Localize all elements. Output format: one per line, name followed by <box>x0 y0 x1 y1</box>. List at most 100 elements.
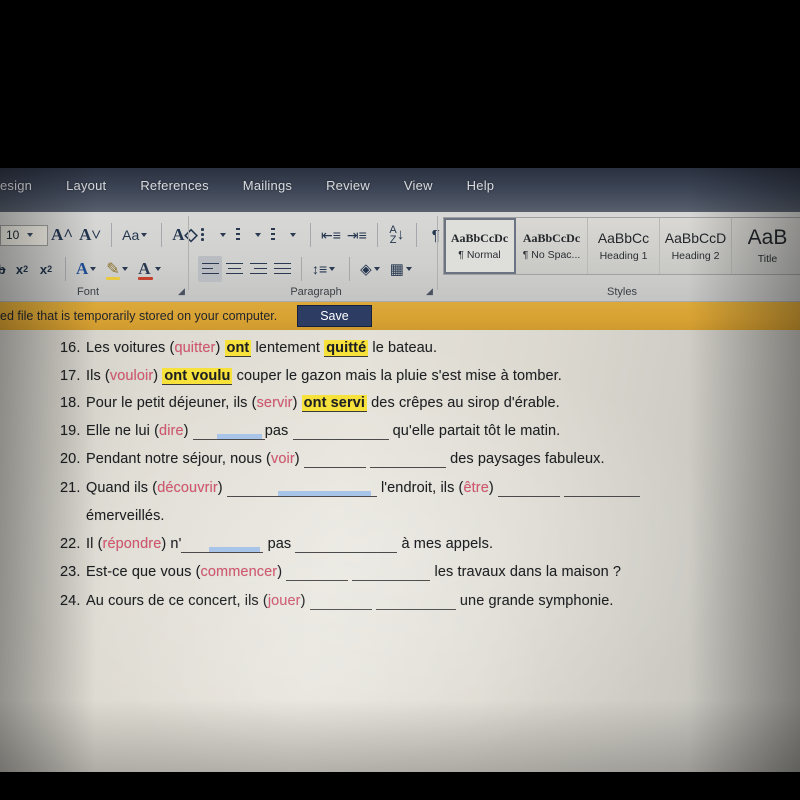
align-center-icon[interactable] <box>222 256 246 282</box>
sentence-text: ) <box>215 340 225 356</box>
exercise-line[interactable]: 18. Pour le petit déjeuner, ils (servir) … <box>60 395 776 412</box>
filled-answer[interactable]: ont <box>224 340 252 357</box>
exercise-line[interactable]: 24. Au cours de ce concert, ils (jouer) u… <box>60 593 776 610</box>
filled-answer[interactable]: ont servi <box>301 395 368 412</box>
answer-blank-selected[interactable] <box>226 480 377 497</box>
font-color-icon[interactable]: A <box>135 256 168 282</box>
answer-blank[interactable] <box>286 564 349 581</box>
font-dialog-launcher[interactable]: ◢ <box>178 287 187 296</box>
exercise-line[interactable]: 19. Elle ne lui (dire) pas qu'elle partai… <box>60 423 776 440</box>
font-size-combo[interactable]: 10 <box>0 224 48 246</box>
strikethrough-icon[interactable]: ab <box>0 256 10 282</box>
sentence-text: Les voitures ( <box>86 340 175 356</box>
style-card-normal[interactable]: AaBbCcDc ¶ Normal <box>444 218 516 274</box>
numbering-icon[interactable] <box>233 222 268 248</box>
shading-icon[interactable]: ◈ <box>357 256 387 282</box>
answer-blank[interactable] <box>295 536 398 553</box>
style-card-no-spac[interactable]: AaBbCcDc ¶ No Spac... <box>516 218 588 274</box>
style-sample: AaBbCcDc <box>522 231 581 244</box>
exercise-text: Est-ce que vous (commencer) les travaux … <box>86 564 621 581</box>
style-sample: AaBbCcDc <box>450 231 509 244</box>
chevron-down-icon <box>290 233 296 237</box>
exercise-text: émerveillés. <box>86 508 165 524</box>
line-spacing-icon[interactable]: ↕≡ <box>309 256 342 282</box>
sentence-text: ) <box>183 422 193 439</box>
answer-blank-selected[interactable] <box>192 423 265 440</box>
exercise-line[interactable]: émerveillés. <box>60 508 776 524</box>
style-name: Heading 2 <box>671 249 720 262</box>
styles-gallery[interactable]: AaBbCcDc ¶ Normal AaBbCcDc ¶ No Spac... AaBb… <box>443 217 800 275</box>
exercise-line[interactable]: 17. Ils (vouloir) ont voulu couper le gaz… <box>60 367 776 385</box>
exercise-number: 18. <box>60 395 81 411</box>
ribbon-tab-esign[interactable]: esign <box>0 178 32 193</box>
exercise-line[interactable]: 21. Quand ils (découvrir) l'endroit, ils … <box>60 480 776 497</box>
align-left-icon[interactable] <box>198 256 222 282</box>
sentence-text: ) <box>294 451 304 467</box>
ribbon-tab-view[interactable]: View <box>404 178 433 193</box>
style-card-title[interactable]: AaB Title <box>732 218 800 274</box>
infinitive-verb: répondre <box>102 535 162 552</box>
document-page[interactable]: 16. Les voitures (quitter) ont lentement … <box>0 330 800 772</box>
font-group-caption: Font <box>76 286 99 298</box>
ribbon-tab-help[interactable]: Help <box>467 178 495 193</box>
sentence-text: ) <box>153 367 163 384</box>
chevron-down-icon <box>90 267 97 271</box>
clear-formatting-icon[interactable]: A◇ <box>169 222 200 248</box>
infinitive-verb: dire <box>159 422 184 439</box>
subscript-icon[interactable]: x2 <box>10 256 34 282</box>
answer-blank[interactable] <box>292 423 389 440</box>
bullets-icon[interactable] <box>198 222 233 248</box>
divider <box>376 223 378 247</box>
exercise-line[interactable]: 20. Pendant notre séjour, nous (voir) des… <box>60 451 776 468</box>
answer-blank[interactable] <box>497 480 560 497</box>
align-right-icon[interactable] <box>246 256 270 282</box>
style-card-heading-2[interactable]: AaBbCcD Heading 2 <box>660 218 732 274</box>
filled-answer[interactable]: ont voulu <box>162 367 233 385</box>
notification-message: ed file that is temporarily stored on yo… <box>0 309 278 323</box>
borders-icon[interactable]: ▦ <box>387 256 419 282</box>
style-sample: AaBbCcD <box>664 230 727 245</box>
sentence-text: ) <box>292 395 302 411</box>
ribbon-tab-layout[interactable]: Layout <box>66 178 106 193</box>
answer-blank-selected[interactable] <box>181 536 264 553</box>
ribbon-tab-mailings[interactable]: Mailings <box>243 178 292 193</box>
exercise-line[interactable]: 22. Il (répondre) n' pas à mes appels. <box>60 536 776 553</box>
shrink-font-icon[interactable]: A˅ <box>76 222 104 248</box>
multilevel-list-icon[interactable] <box>268 222 303 248</box>
answer-blank[interactable] <box>309 593 372 610</box>
text-highlight-color-icon[interactable]: ✎ <box>103 256 135 282</box>
font-size-value: 10 <box>6 228 20 242</box>
grow-font-icon[interactable]: A^ <box>48 222 76 248</box>
exercise-line[interactable]: 16. Les voitures (quitter) ont lentement … <box>60 340 776 357</box>
style-card-heading-1[interactable]: AaBbCc Heading 1 <box>588 218 660 274</box>
answer-blank[interactable] <box>352 564 431 581</box>
sentence-text: ) <box>488 479 498 496</box>
answer-blank[interactable] <box>375 593 456 610</box>
superscript-icon[interactable]: x2 <box>34 256 58 282</box>
divider <box>161 223 163 247</box>
increase-indent-icon[interactable]: ⇥≡ <box>344 222 370 248</box>
change-case-icon[interactable]: Aa <box>119 222 154 248</box>
decrease-indent-icon[interactable]: ⇤≡ <box>318 222 344 248</box>
infinitive-verb: être <box>463 479 489 496</box>
save-button[interactable]: Save <box>297 305 372 327</box>
ribbon-body: 10 A^ A˅ Aa A◇ ab x2 x2 A ✎ <box>0 212 800 302</box>
ribbon-tab-references[interactable]: References <box>140 178 208 193</box>
divider <box>310 223 311 247</box>
paragraph-group-row-1: ⇤≡ ⇥≡ A Z ↓ ¶ <box>198 218 448 252</box>
filled-answer[interactable]: quitté <box>324 340 369 357</box>
style-name: Title <box>757 253 778 265</box>
exercise-line[interactable]: 23. Est-ce que vous (commencer) les trava… <box>60 564 776 581</box>
ribbon-tab-review[interactable]: Review <box>326 178 370 193</box>
chevron-down-icon <box>220 233 226 237</box>
answer-blank[interactable] <box>564 480 641 497</box>
sort-icon[interactable]: A Z ↓ <box>385 222 409 248</box>
sentence-text: les travaux dans la maison ? <box>430 564 622 580</box>
answer-blank[interactable] <box>303 451 366 468</box>
answer-blank[interactable] <box>369 451 446 468</box>
sentence-text: Elle ne lui ( <box>86 422 160 439</box>
justify-icon[interactable] <box>270 256 294 282</box>
paragraph-dialog-launcher[interactable]: ◢ <box>426 287 435 296</box>
sentence-text: pas <box>263 535 296 552</box>
text-effects-icon[interactable]: A <box>73 256 103 282</box>
